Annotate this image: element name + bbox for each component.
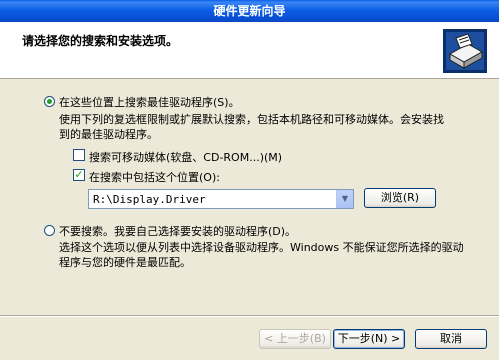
dont-search-radio[interactable] xyxy=(44,225,55,236)
include-location-checkbox[interactable]: ✓ xyxy=(73,169,85,181)
chevron-down-icon[interactable]: ▼ xyxy=(336,190,353,208)
removable-media-checkbox[interactable] xyxy=(73,149,85,161)
dont-search-desc-line2: 程序与您的硬件是最匹配。 xyxy=(59,256,191,269)
dont-search-description: 选择这个选项以便从列表中选择设备驱动程序。Windows 不能保证您所选择的驱动… xyxy=(59,240,464,270)
back-button[interactable]: < 上一步(B) xyxy=(259,329,331,349)
search-desc-line1: 使用下列的复选框限制或扩展默认搜索，包括本机路径和可移动媒体。会安装找 xyxy=(59,113,444,126)
dont-search-label[interactable]: 不要搜索。我要自己选择要安装的驱动程序(D)。 xyxy=(59,223,296,239)
header-title: 请选择您的搜索和安装选项。 xyxy=(22,34,179,48)
search-locations-label[interactable]: 在这些位置上搜索最佳驱动程序(S)。 xyxy=(59,94,240,110)
cancel-button[interactable]: 取消 xyxy=(415,329,487,349)
search-desc-line2: 到的最佳驱动程序。 xyxy=(59,128,158,141)
footer-separator xyxy=(0,315,499,317)
title-bar: 硬件更新向导 xyxy=(0,0,499,22)
search-locations-radio[interactable] xyxy=(44,96,55,107)
include-location-label[interactable]: 在搜索中包括这个位置(O): xyxy=(89,169,220,185)
next-button[interactable]: 下一步(N) > xyxy=(333,329,405,349)
location-input-value[interactable]: R:\Display.Driver xyxy=(93,193,206,206)
wizard-header: 请选择您的搜索和安装选项。 xyxy=(0,22,499,79)
hardware-wizard-icon xyxy=(443,29,487,73)
search-locations-description: 使用下列的复选框限制或扩展默认搜索，包括本机路径和可移动媒体。会安装找 到的最佳… xyxy=(59,112,444,142)
removable-media-label[interactable]: 搜索可移动媒体(软盘、CD-ROM...)(M) xyxy=(89,149,282,165)
dont-search-desc-line1: 选择这个选项以便从列表中选择设备驱动程序。Windows 不能保证您所选择的驱动 xyxy=(59,241,464,254)
location-combobox[interactable]: R:\Display.Driver ▼ xyxy=(88,189,354,209)
browse-button[interactable]: 浏览(R) xyxy=(364,188,436,208)
window-title: 硬件更新向导 xyxy=(213,4,286,18)
wizard-content: 在这些位置上搜索最佳驱动程序(S)。 使用下列的复选框限制或扩展默认搜索，包括本… xyxy=(0,79,499,314)
hardware-update-wizard-window: 硬件更新向导 请选择您的搜索和安装选项。 在这些位置上搜索最佳驱动程序(S)。 … xyxy=(0,0,499,360)
